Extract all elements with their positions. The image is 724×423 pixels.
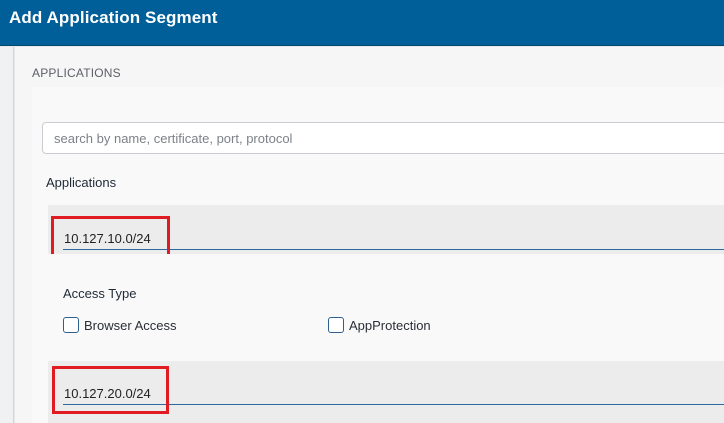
application-input[interactable] — [63, 383, 724, 405]
access-type-label: Access Type — [63, 286, 137, 301]
appprotection-checkbox[interactable] — [328, 317, 344, 333]
access-type-section: Access Type Browser Access AppProtection — [48, 254, 724, 361]
search-box[interactable] — [42, 122, 724, 154]
left-rail — [0, 47, 14, 423]
browser-access-label: Browser Access — [84, 317, 177, 333]
browser-access-option[interactable]: Browser Access — [63, 317, 176, 333]
applications-panel: APPLICATIONS Applications Access Type Br… — [15, 47, 724, 423]
search-input[interactable] — [43, 123, 724, 153]
browser-access-checkbox[interactable] — [63, 317, 79, 333]
application-input[interactable] — [63, 228, 724, 250]
dialog-header: Add Application Segment — [0, 0, 724, 46]
application-row — [48, 205, 724, 262]
applications-label: Applications — [46, 175, 117, 190]
application-row — [48, 361, 724, 423]
section-title: APPLICATIONS — [32, 66, 121, 80]
applications-card: Applications Access Type Browser Access … — [32, 87, 724, 423]
appprotection-label: AppProtection — [349, 317, 431, 333]
appprotection-option[interactable]: AppProtection — [328, 317, 431, 333]
dialog-title: Add Application Segment — [9, 8, 218, 27]
